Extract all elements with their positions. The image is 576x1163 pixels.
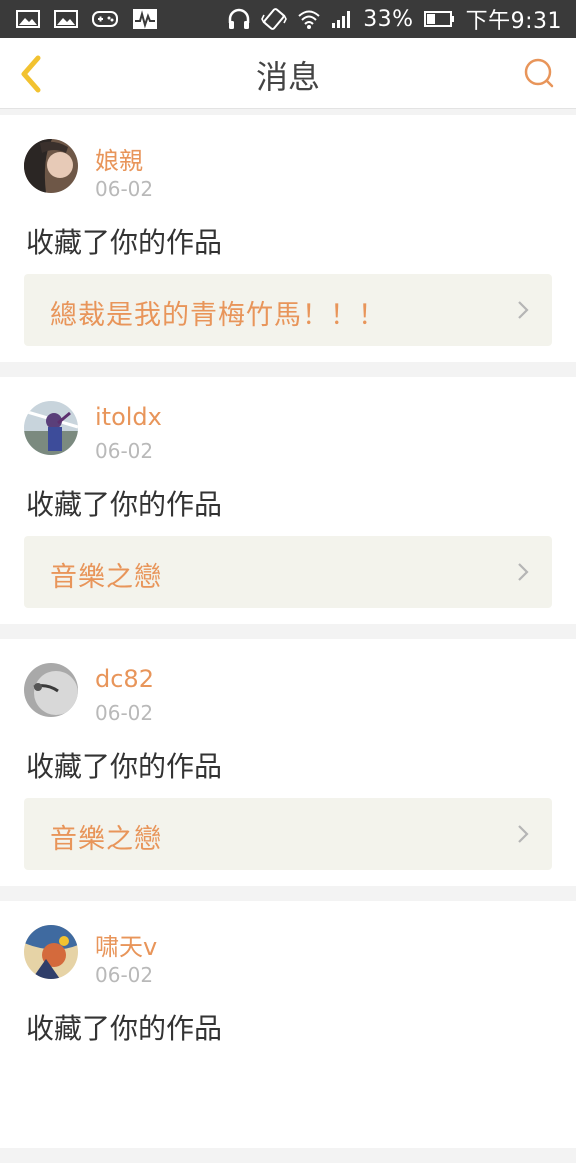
- user-name[interactable]: dc82: [95, 665, 154, 693]
- headphones-icon: [228, 8, 250, 29]
- action-text: 收藏了你的作品: [26, 1012, 223, 1045]
- vibrate-icon: [261, 8, 288, 30]
- user-name[interactable]: 娘親: [95, 141, 143, 176]
- status-bar-notifications: [16, 8, 158, 30]
- action-text: 收藏了你的作品: [26, 226, 223, 259]
- message-card: dc82 06-02 收藏了你的作品 音樂之戀: [0, 639, 576, 886]
- app-header: 消息: [0, 38, 576, 109]
- chevron-right-icon: [518, 825, 529, 843]
- action-text: 收藏了你的作品: [26, 750, 223, 783]
- message-card: itoldx 06-02 收藏了你的作品 音樂之戀: [0, 377, 576, 624]
- avatar[interactable]: [24, 663, 78, 717]
- battery-icon: [423, 11, 454, 27]
- work-link[interactable]: 總裁是我的青梅竹馬！！！: [24, 274, 552, 346]
- clock: 下午9:31: [465, 9, 562, 34]
- image-icon: [16, 10, 40, 28]
- work-link[interactable]: 音樂之戀: [24, 536, 552, 608]
- message-list: 娘親 06-02 收藏了你的作品 總裁是我的青梅竹馬！！！ itoldx 06-…: [0, 115, 576, 1163]
- message-date: 06-02: [95, 963, 154, 987]
- user-name[interactable]: 啸天v: [95, 927, 157, 962]
- work-title: 總裁是我的青梅竹馬！！！: [50, 300, 386, 331]
- work-link[interactable]: 音樂之戀: [24, 798, 552, 870]
- message-date: 06-02: [95, 701, 154, 725]
- status-bar: 33% 下午9:31: [0, 0, 576, 38]
- avatar[interactable]: [24, 401, 78, 455]
- message-card: 娘親 06-02 收藏了你的作品 總裁是我的青梅竹馬！！！: [0, 115, 576, 362]
- image-icon: [54, 10, 78, 28]
- work-title: 音樂之戀: [50, 824, 162, 855]
- battery-percent: 33%: [363, 6, 414, 32]
- chevron-right-icon: [518, 301, 529, 319]
- user-name[interactable]: itoldx: [95, 403, 162, 431]
- status-bar-system: 33% 下午9:31: [227, 3, 562, 35]
- gamepad-icon: [92, 11, 118, 27]
- message-date: 06-02: [95, 439, 154, 463]
- wifi-icon: [298, 10, 320, 29]
- search-icon[interactable]: [522, 56, 556, 90]
- work-title: 音樂之戀: [50, 562, 162, 593]
- message-date: 06-02: [95, 177, 154, 201]
- chevron-right-icon: [518, 563, 529, 581]
- avatar[interactable]: [24, 925, 78, 979]
- avatar[interactable]: [24, 139, 78, 193]
- page-title: 消息: [255, 58, 320, 96]
- signal-icon: [332, 11, 351, 28]
- activity-icon: [133, 9, 157, 29]
- action-text: 收藏了你的作品: [26, 488, 223, 521]
- message-card: 啸天v 06-02 收藏了你的作品: [0, 901, 576, 1148]
